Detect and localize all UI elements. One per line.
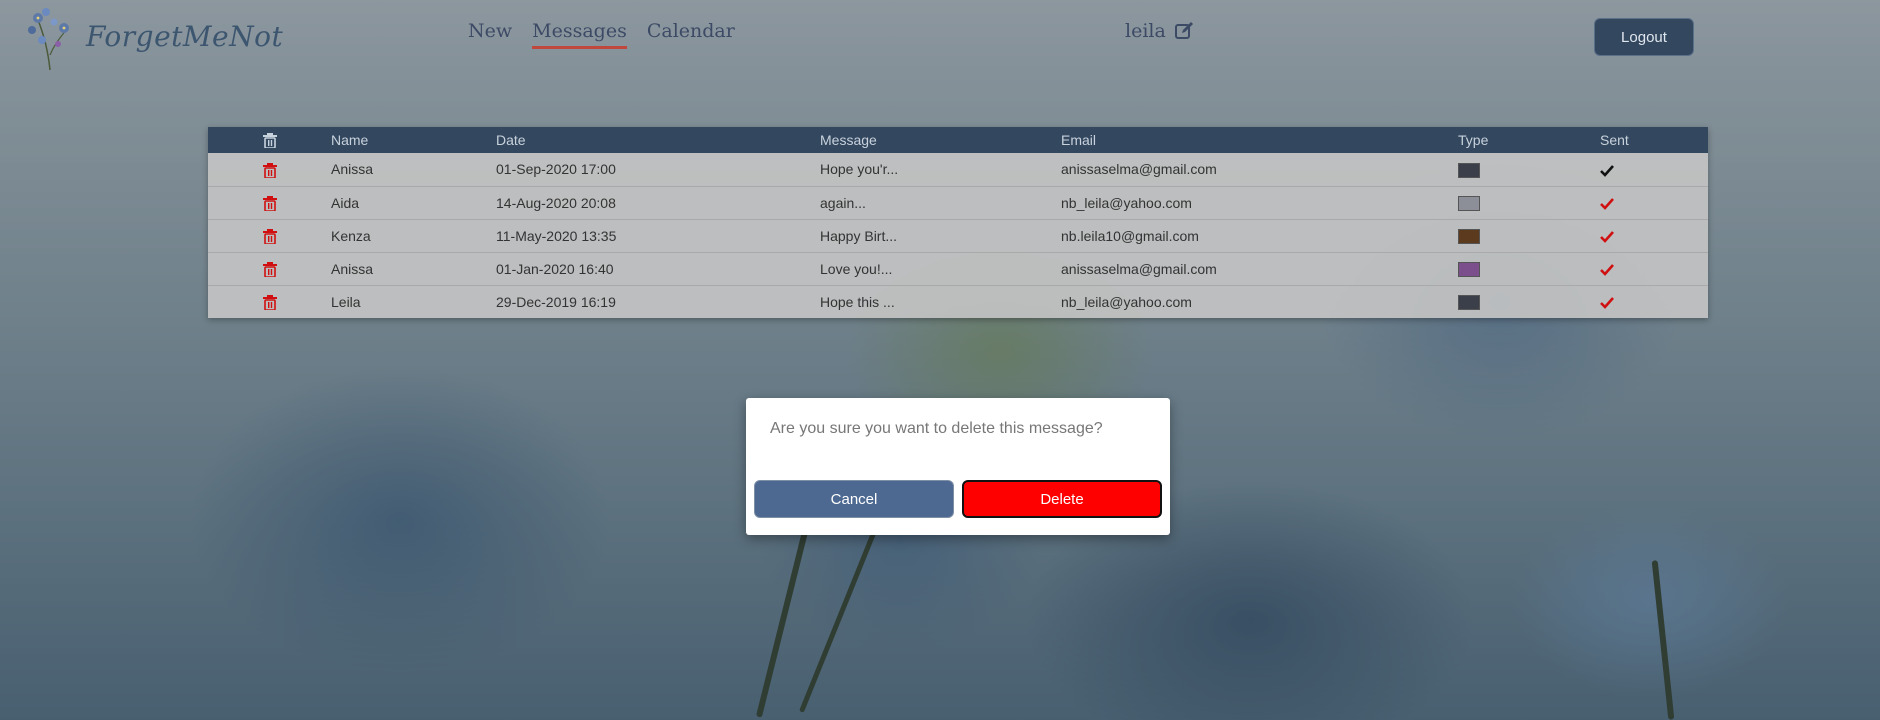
table-row[interactable]: Kenza 11-May-2020 13:35 Happy Birt... nb.le… [208, 219, 1708, 252]
top-bar: ForgetMeNot New Messages Calendar leila … [0, 0, 1880, 80]
table-row[interactable]: Anissa 01-Sep-2020 17:00 Hope you'r... anis… [208, 153, 1708, 186]
nav-new[interactable]: New [468, 20, 512, 49]
cell-sent [1600, 252, 1708, 285]
cancel-button[interactable]: Cancel [754, 480, 954, 518]
cell-sent [1600, 285, 1708, 318]
cell-sent [1600, 186, 1708, 219]
cell-type [1458, 186, 1600, 219]
cell-email: nb_leila@yahoo.com [1061, 293, 1192, 310]
check-icon [1600, 297, 1614, 309]
forget-me-not-flower-icon [28, 8, 69, 71]
row-delete-cell [208, 153, 331, 186]
column-header-date[interactable]: Date [496, 127, 820, 153]
main-nav: New Messages Calendar [468, 20, 735, 49]
messages-table: Name Date Message Email Type Sent Anissa… [208, 127, 1708, 318]
cell-message: Love you!... [820, 260, 893, 277]
cell-name: Kenza [331, 227, 371, 244]
cell-date: 14-Aug-2020 20:08 [496, 194, 616, 211]
table-row[interactable]: Leila 29-Dec-2019 16:19 Hope this ... nb_le… [208, 285, 1708, 318]
image-thumbnail[interactable] [1458, 228, 1480, 244]
cell-type [1458, 252, 1600, 285]
row-delete-cell [208, 285, 331, 318]
check-icon [1600, 164, 1614, 177]
cell-date: 11-May-2020 13:35 [496, 227, 617, 244]
trash-icon[interactable] [262, 228, 277, 244]
image-thumbnail[interactable] [1458, 162, 1480, 178]
image-thumbnail[interactable] [1458, 261, 1480, 277]
cell-type [1458, 219, 1600, 252]
cell-message: Hope you'r... [820, 161, 899, 178]
cell-type [1458, 285, 1600, 318]
image-thumbnail[interactable] [1458, 295, 1480, 311]
cell-name: Anissa [331, 161, 374, 178]
cell-name: Aida [331, 194, 360, 211]
delete-confirm-dialog: Are you sure you want to delete this mes… [746, 398, 1170, 535]
logo-text: ForgetMeNot [86, 19, 284, 53]
edit-icon[interactable] [1174, 21, 1194, 41]
user-info: leila [1125, 20, 1194, 42]
check-icon [1600, 230, 1614, 243]
cell-date: 01-Jan-2020 16:40 [496, 260, 614, 277]
trash-icon[interactable] [262, 261, 277, 277]
table-row[interactable]: Anissa 01-Jan-2020 16:40 Love you!... aniss… [208, 252, 1708, 285]
cell-message: Hope this ... [820, 293, 895, 310]
delete-button[interactable]: Delete [962, 480, 1162, 518]
table-header-row: Name Date Message Email Type Sent [208, 127, 1708, 153]
logout-button[interactable]: Logout [1594, 18, 1694, 56]
row-delete-cell [208, 219, 331, 252]
modal-backdrop[interactable] [0, 0, 1880, 720]
cell-email: anissaselma@gmail.com [1061, 161, 1217, 178]
column-header-email[interactable]: Email [1061, 127, 1458, 153]
cell-message: again... [820, 194, 866, 211]
table-row[interactable]: Aida 14-Aug-2020 20:08 again... nb_leila@ya… [208, 186, 1708, 219]
cell-name: Leila [331, 293, 361, 310]
nav-messages[interactable]: Messages [532, 20, 627, 49]
cell-email: nb_leila@yahoo.com [1061, 194, 1192, 211]
cell-email: anissaselma@gmail.com [1061, 260, 1217, 277]
row-delete-cell [208, 252, 331, 285]
username: leila [1125, 20, 1166, 42]
image-thumbnail[interactable] [1458, 195, 1480, 211]
trash-icon[interactable] [262, 162, 277, 178]
nav-calendar[interactable]: Calendar [647, 20, 735, 49]
cell-name: Anissa [331, 260, 374, 277]
cell-sent [1600, 219, 1708, 252]
dialog-message: Are you sure you want to delete this mes… [770, 420, 1103, 437]
check-icon [1600, 197, 1614, 210]
column-header-message[interactable]: Message [820, 127, 1061, 153]
row-delete-cell [208, 186, 331, 219]
column-header-name[interactable]: Name [331, 127, 496, 153]
logo[interactable]: ForgetMeNot [24, 0, 283, 72]
cell-date: 29-Dec-2019 16:19 [496, 293, 616, 310]
trash-icon[interactable] [262, 295, 277, 311]
column-header-sent[interactable]: Sent [1600, 127, 1708, 153]
cell-type [1458, 153, 1600, 186]
trash-icon[interactable] [262, 195, 277, 211]
cell-email: nb.leila10@gmail.com [1061, 227, 1199, 244]
check-icon [1600, 263, 1614, 276]
delete-all-header[interactable] [208, 127, 331, 153]
column-header-type[interactable]: Type [1458, 127, 1600, 153]
cell-sent [1600, 153, 1708, 186]
cell-date: 01-Sep-2020 17:00 [496, 161, 616, 178]
cell-message: Happy Birt... [820, 227, 898, 244]
trash-icon[interactable] [262, 133, 277, 149]
